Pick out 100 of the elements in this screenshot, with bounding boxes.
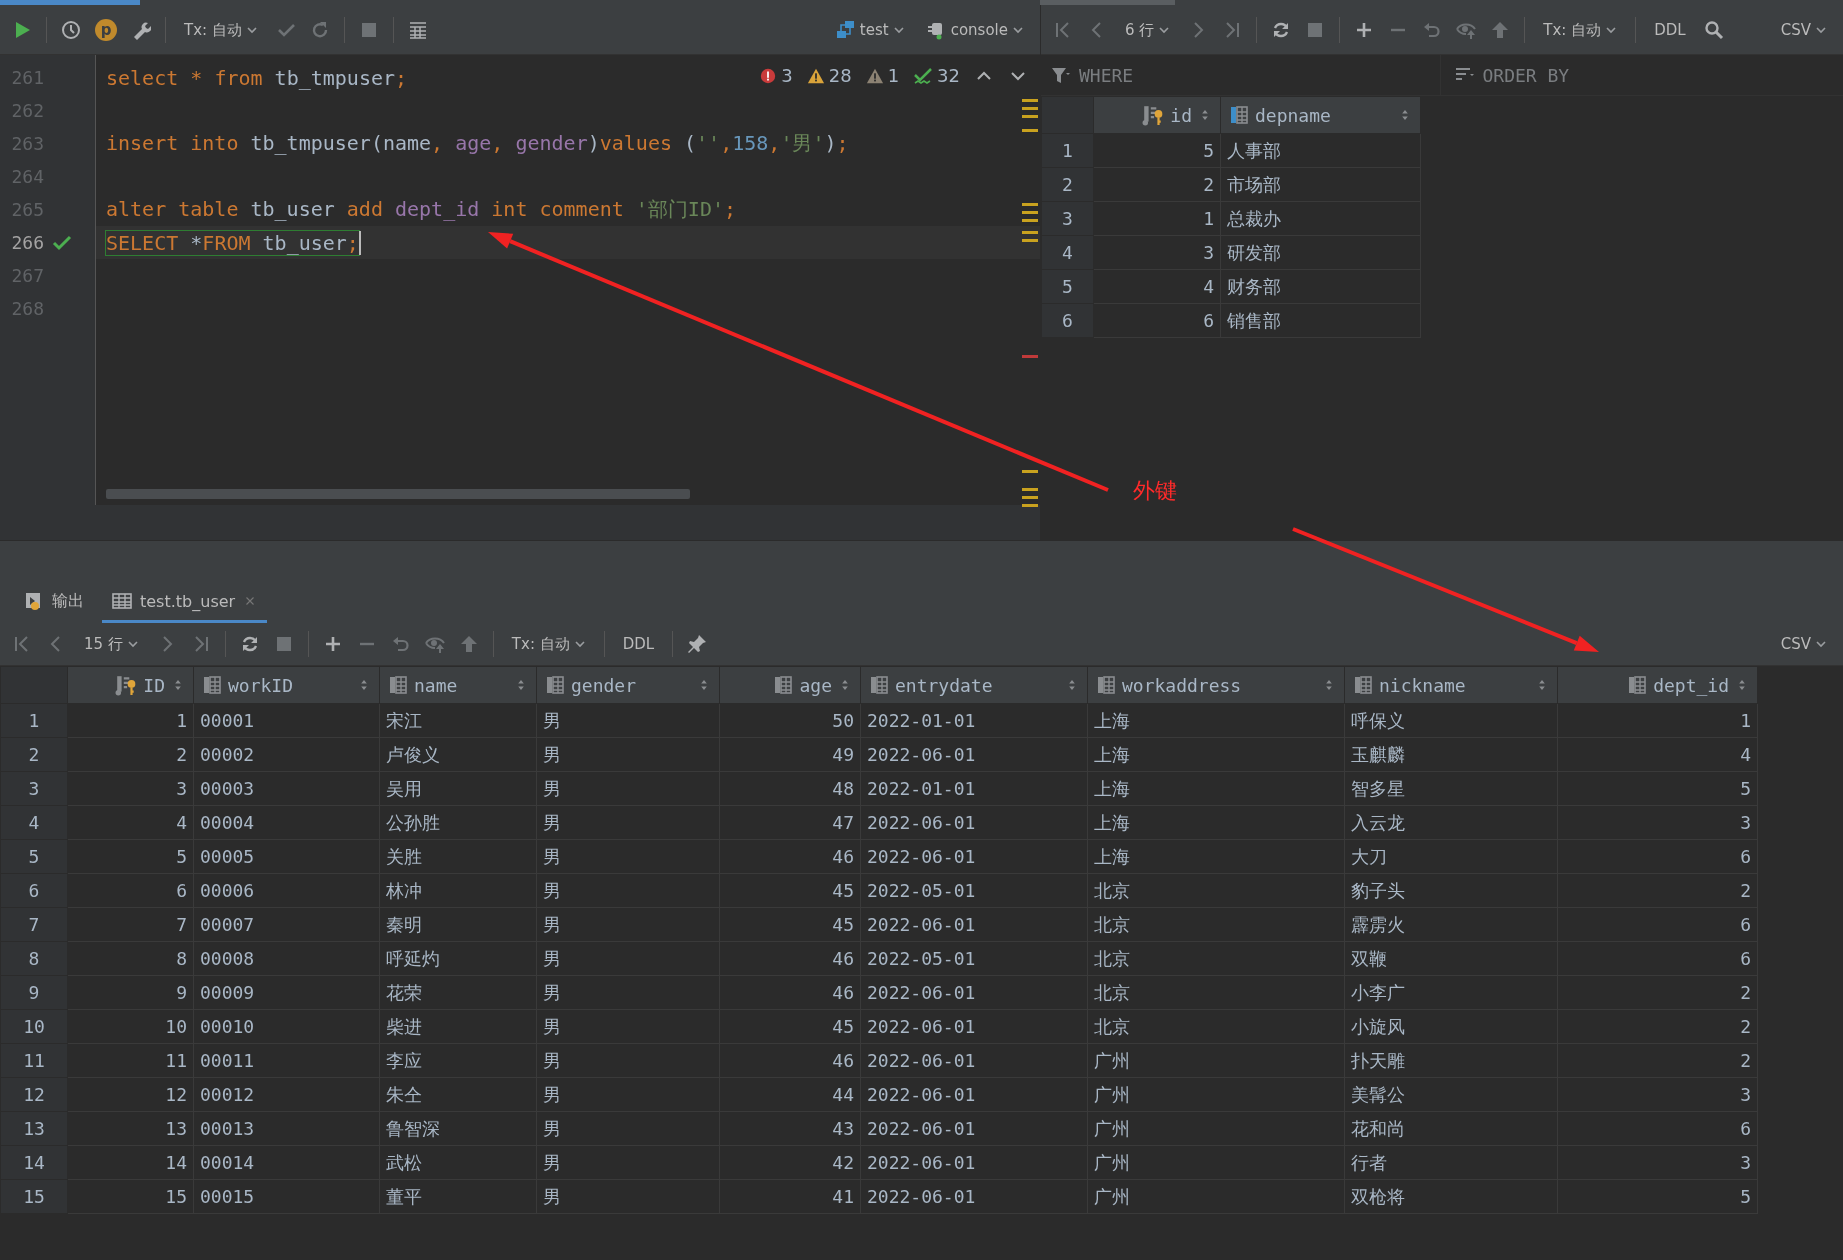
row-number: 5	[1041, 269, 1094, 304]
table-icon	[112, 591, 132, 611]
column-icon	[773, 675, 794, 695]
primary-key-icon	[1142, 104, 1165, 126]
row-number: 6	[0, 873, 68, 908]
table-cell: 2022-06-01	[860, 1043, 1088, 1078]
table-cell: 00002	[193, 737, 380, 772]
row-count-dropdown[interactable]: 6 行	[1121, 18, 1175, 42]
table-cell: 6	[1557, 839, 1758, 874]
table-cell: 双枪将	[1344, 1179, 1558, 1214]
table-cell: 6	[67, 873, 194, 908]
table-cell: 小旋风	[1344, 1009, 1558, 1044]
table-cell: 秦明	[379, 907, 537, 942]
ddl-button[interactable]: DDL	[1650, 19, 1690, 41]
horizontal-scrollbar[interactable]	[106, 489, 690, 499]
table-cell: 柴进	[379, 1009, 537, 1044]
table-view-icon[interactable]	[407, 20, 428, 40]
up-arrow-icon[interactable]	[1490, 20, 1511, 40]
row-count-dropdown[interactable]: 15 行	[80, 632, 143, 656]
where-filter-field[interactable]: WHERE	[1077, 63, 1440, 87]
table-cell: 3	[1557, 1077, 1758, 1112]
table-cell: 00006	[193, 873, 380, 908]
column-header[interactable]: nickname	[1344, 666, 1558, 704]
table-cell: 2022-05-01	[860, 873, 1088, 908]
table-cell: 00015	[193, 1179, 380, 1214]
console-dropdown[interactable]: console	[922, 18, 1028, 42]
row-number: 10	[0, 1009, 68, 1044]
column-header[interactable]: depname	[1220, 96, 1421, 134]
transaction-mode-dropdown[interactable]: Tx: 自动	[507, 632, 590, 656]
table-cell: 上海	[1087, 771, 1345, 806]
table-cell: 男	[536, 1179, 720, 1214]
column-icon	[1096, 675, 1116, 695]
table-cell: 男	[536, 1043, 720, 1078]
table-cell: 00011	[193, 1043, 380, 1078]
table-cell: 北京	[1087, 907, 1345, 942]
table-cell: 13	[67, 1111, 194, 1146]
row-number: 2	[0, 737, 68, 772]
row-number: 3	[1041, 201, 1094, 236]
inspection-count: 3	[781, 65, 793, 86]
table-cell: 45	[719, 873, 861, 908]
table-cell: 美髯公	[1344, 1077, 1558, 1112]
error-icon[interactable]	[759, 66, 778, 85]
ddl-button[interactable]: DDL	[618, 633, 659, 655]
table-cell: 男	[536, 1111, 720, 1146]
order-by-field[interactable]: ORDER BY	[1480, 63, 1843, 87]
annotation-label: 外键	[1133, 477, 1177, 505]
export-format-dropdown[interactable]: CSV	[1776, 633, 1831, 655]
column-icon	[869, 675, 889, 695]
column-header[interactable]: workID	[193, 666, 380, 704]
panel-tab[interactable]: 输出	[14, 582, 94, 623]
transaction-mode-dropdown[interactable]: Tx: 自动	[1539, 18, 1622, 42]
column-header[interactable]: workaddress	[1087, 666, 1345, 704]
column-header[interactable]: dept_id	[1557, 666, 1758, 704]
pin-icon[interactable]	[687, 634, 708, 654]
table-cell: 李应	[379, 1043, 537, 1078]
table-cell: 2	[1093, 167, 1221, 202]
column-icon	[545, 675, 565, 695]
revert-icon[interactable]	[1422, 20, 1443, 40]
table-cell: 46	[719, 1043, 861, 1078]
table-cell: 鲁智深	[379, 1111, 537, 1146]
table-cell: 男	[536, 805, 720, 840]
column-header[interactable]: entrydate	[860, 666, 1088, 704]
table-cell: 5	[67, 839, 194, 874]
export-format-dropdown[interactable]: CSV	[1776, 19, 1831, 41]
table-cell: 00012	[193, 1077, 380, 1112]
column-header[interactable]: gender	[536, 666, 720, 704]
table-cell: 北京	[1087, 873, 1345, 908]
search-icon[interactable]	[1703, 20, 1724, 40]
table-cell: 公孙胜	[379, 805, 537, 840]
datasource-dropdown[interactable]: test	[831, 18, 909, 42]
table-cell: 2	[67, 737, 194, 772]
table-cell: 2022-06-01	[860, 839, 1088, 874]
table-cell: 总裁办	[1220, 201, 1421, 236]
table-cell: 男	[536, 839, 720, 874]
history-icon[interactable]	[61, 20, 81, 40]
table-cell: 人事部	[1220, 133, 1421, 168]
column-header[interactable]: id	[1093, 96, 1221, 134]
table-cell: 4	[67, 805, 194, 840]
column-header[interactable]: name	[379, 666, 537, 704]
transaction-mode-dropdown[interactable]: Tx: 自动	[180, 18, 262, 42]
table-cell: 00007	[193, 907, 380, 942]
column-header[interactable]: ID	[67, 666, 194, 704]
table-cell: 47	[719, 805, 861, 840]
column-header[interactable]: age	[719, 666, 861, 704]
caret-icon	[1158, 24, 1171, 36]
table-cell: 北京	[1087, 1009, 1345, 1044]
table-cell: 吴用	[379, 771, 537, 806]
table-cell: 男	[536, 737, 720, 772]
table-cell: 豹子头	[1344, 873, 1558, 908]
session-badge[interactable]: p	[95, 19, 117, 41]
inspection-count: 28	[828, 65, 852, 86]
table-cell: 3	[1557, 1145, 1758, 1180]
typo-check-icon[interactable]	[913, 65, 934, 86]
column-icon	[388, 675, 408, 695]
table-cell: 财务部	[1220, 269, 1421, 304]
table-cell: 男	[536, 771, 720, 806]
caret-icon	[1605, 24, 1618, 36]
table-cell: 上海	[1087, 805, 1345, 840]
table-cell: 11	[67, 1043, 194, 1078]
column-icon	[1353, 675, 1373, 695]
